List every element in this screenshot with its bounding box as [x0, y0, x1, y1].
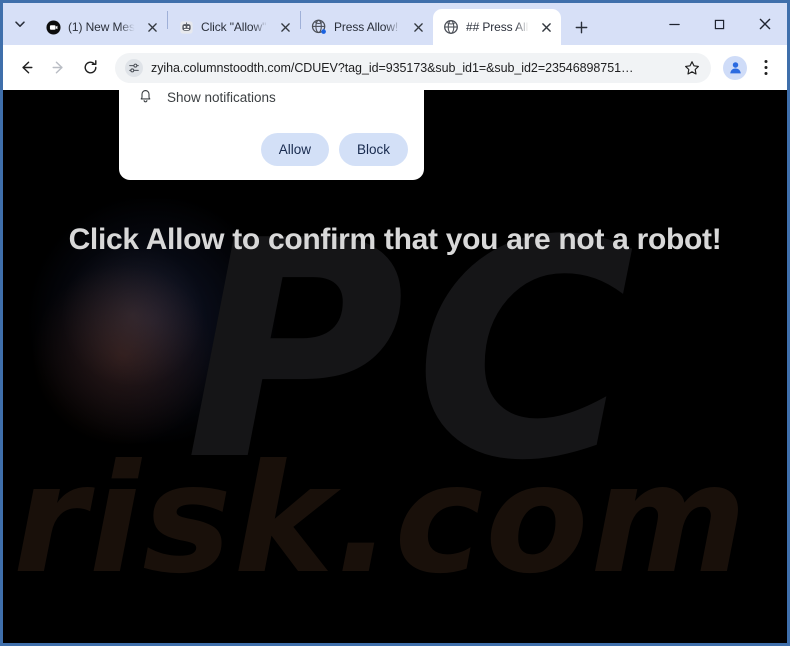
- tab-close-icon[interactable]: [537, 18, 555, 36]
- forward-button[interactable]: [43, 53, 73, 83]
- dialog-actions: Allow Block: [135, 132, 408, 166]
- block-button[interactable]: Block: [338, 132, 408, 166]
- avatar[interactable]: [723, 55, 747, 80]
- new-tab-button[interactable]: [565, 9, 597, 45]
- tab-press-allow-active[interactable]: ## Press Allo: [433, 9, 561, 45]
- tab-search-chevron-down-icon[interactable]: [5, 3, 35, 45]
- tab-close-icon[interactable]: [276, 18, 294, 36]
- background-glow: [58, 240, 208, 390]
- site-settings-icon[interactable]: [125, 58, 143, 77]
- tab-close-icon[interactable]: [143, 18, 161, 36]
- minimize-button[interactable]: [652, 3, 697, 45]
- tab-title: ## Press Allo: [466, 20, 530, 34]
- watermark-secondary-text: risk.com: [13, 433, 749, 607]
- notification-permission-dialog: zyiha.columnstoodth.com wants to Show no…: [119, 90, 424, 180]
- video-circle-icon: [45, 19, 61, 35]
- page-title: Click Allow to confirm that you are not …: [68, 223, 722, 256]
- robot-icon: [178, 19, 194, 35]
- tab-click-allow[interactable]: Click "Allow": [168, 9, 300, 45]
- tab-close-icon[interactable]: [409, 18, 427, 36]
- back-button[interactable]: [11, 53, 41, 83]
- globe-icon: [311, 19, 327, 35]
- address-bar[interactable]: zyiha.columnstoodth.com/CDUEV?tag_id=935…: [115, 52, 711, 83]
- browser-toolbar: zyiha.columnstoodth.com/CDUEV?tag_id=935…: [3, 45, 787, 90]
- three-dot-menu-icon[interactable]: [753, 53, 779, 83]
- browser-window: (1) New Mess Click "Allow" Press Allow! …: [0, 0, 790, 646]
- allow-button[interactable]: Allow: [260, 132, 329, 166]
- maximize-button[interactable]: [697, 3, 742, 45]
- url-text[interactable]: zyiha.columnstoodth.com/CDUEV?tag_id=935…: [151, 61, 679, 75]
- tab-new-message[interactable]: (1) New Mess: [35, 9, 167, 45]
- tab-title: Click "Allow": [201, 20, 267, 34]
- globe-icon: [443, 19, 459, 35]
- reload-button[interactable]: [75, 53, 105, 83]
- permission-request-row: Show notifications: [135, 90, 408, 109]
- close-window-button[interactable]: [742, 3, 787, 45]
- star-icon[interactable]: [679, 55, 705, 81]
- tab-strip: (1) New Mess Click "Allow" Press Allow! …: [3, 3, 787, 45]
- tab-title: (1) New Mess: [68, 20, 136, 34]
- tab-title: Press Allow!: [334, 20, 399, 34]
- bell-icon: [137, 90, 154, 109]
- tab-press-allow[interactable]: Press Allow!: [301, 9, 433, 45]
- page-viewport: PC risk.com Click Allow to confirm that …: [3, 90, 787, 643]
- window-controls: [652, 3, 787, 45]
- permission-request-label: Show notifications: [167, 90, 276, 106]
